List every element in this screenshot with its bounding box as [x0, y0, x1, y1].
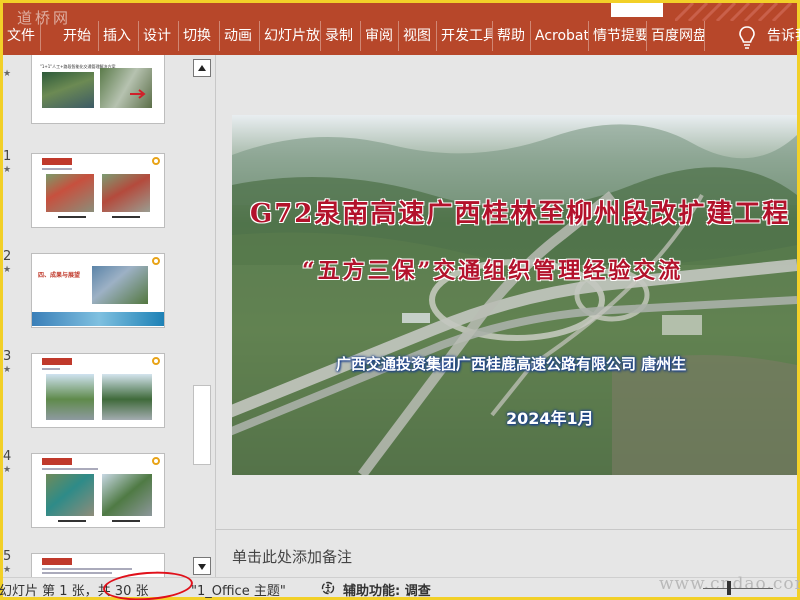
logo-icon [152, 157, 160, 165]
thumbnail-image [102, 474, 152, 516]
logo-icon [152, 357, 160, 365]
thumbnail-image [102, 374, 152, 420]
slide-thumbnail[interactable] [31, 353, 165, 428]
tab-file[interactable]: 文件 [3, 21, 41, 51]
slide-organization[interactable]: 广西交通投资集团广西桂鹿高速公路有限公司 唐州生 [336, 353, 686, 374]
tab-home[interactable]: 开始 [59, 21, 99, 51]
logo-icon [152, 457, 160, 465]
animation-star-icon: ★ [3, 365, 12, 375]
accessibility-status[interactable]: 辅助功能: 调查 [343, 580, 431, 599]
tab-transitions[interactable]: 切换 [179, 21, 220, 51]
thumbnail-number: 3 [3, 349, 12, 364]
slide-thumbnail[interactable] [31, 153, 165, 228]
thumbnail-number: 2 [3, 249, 12, 264]
tab-developer[interactable]: 开发工具 [437, 21, 493, 51]
arrow-icon [130, 89, 146, 99]
slide-thumbnail[interactable]: 四、成果与展望 [31, 253, 165, 328]
animation-star-icon: ★ [3, 165, 12, 175]
notes-pane[interactable]: 单击此处添加备注 [216, 530, 797, 577]
scrollbar-thumb[interactable] [193, 385, 211, 465]
ribbon: 道桥网 文件 开始 插入 设计 切换 动画 幻灯片放映 录制 审阅 视图 开发工… [3, 3, 800, 55]
scroll-down-arrow-icon[interactable] [193, 557, 211, 575]
thumbnail-header [42, 558, 72, 565]
theme-name: "1_Office 主题" [191, 584, 286, 599]
lightbulb-icon[interactable] [737, 25, 757, 49]
tab-insert[interactable]: 插入 [99, 21, 139, 51]
logo-icon [152, 257, 160, 265]
tab-baidu-netdisk[interactable]: 百度网盘 [647, 21, 705, 51]
zoom-slider-track[interactable] [703, 588, 773, 589]
slide-thumbnail[interactable] [31, 453, 165, 528]
zoom-slider-knob[interactable] [727, 581, 731, 595]
scrollbar-track[interactable] [193, 77, 211, 553]
thumbnail-header [42, 158, 72, 165]
thumbnail-heading: 四、成果与展望 [38, 272, 81, 279]
current-slide[interactable]: G72泉南高速广西桂林至柳州段改扩建工程 “五方三保”交通组织管理经验交流 广西… [232, 115, 797, 475]
animation-star-icon: ★ [3, 565, 12, 575]
tab-record[interactable]: 录制 [321, 21, 361, 51]
thumbnail-scrollbar[interactable] [191, 55, 213, 577]
slide-editing-area: G72泉南高速广西桂林至柳州段改扩建工程 “五方三保”交通组织管理经验交流 广西… [216, 55, 797, 525]
slide-date[interactable]: 2024年1月 [506, 405, 594, 429]
tab-slideshow[interactable]: 幻灯片放映 [260, 21, 321, 51]
slide-thumbnail[interactable]: "1+1"人工+路段智能化交通管理解决方案 [31, 55, 165, 124]
thumbnail-header [42, 358, 72, 365]
slide-thumbnail-pane: ★ "1+1"人工+路段智能化交通管理解决方案 1 ★ 2 ★ 四、成果与展望 [3, 55, 191, 577]
slide-subtitle[interactable]: “五方三保”交通组织管理经验交流 [302, 253, 683, 285]
thumbnail-banner [32, 312, 164, 326]
ribbon-tabs: 文件 开始 插入 设计 切换 动画 幻灯片放映 录制 审阅 视图 开发工具 帮助… [3, 21, 705, 51]
title-decoration [675, 3, 793, 21]
animation-star-icon: ★ [3, 465, 12, 475]
thumbnail-image [46, 374, 94, 420]
thumbnail-number: 4 [3, 449, 12, 464]
thumbnail-header [42, 458, 72, 465]
tab-design[interactable]: 设计 [139, 21, 179, 51]
title-bar-box [611, 3, 663, 17]
status-bar: 幻灯片 第 1 张，共 30 张 "1_Office 主题" 辅助功能: 调查 … [0, 568, 800, 600]
animation-star-icon: ★ [3, 69, 12, 79]
thumbnail-image [42, 72, 94, 108]
tab-storyboard[interactable]: 情节提要 [589, 21, 647, 51]
tab-animations[interactable]: 动画 [220, 21, 260, 51]
tab-review[interactable]: 审阅 [361, 21, 399, 51]
thumbnail-image [102, 174, 150, 212]
animation-star-icon: ★ [3, 265, 12, 275]
thumbnail-image [92, 266, 148, 304]
thumbnail-image [46, 174, 94, 212]
accessibility-icon[interactable] [321, 581, 335, 595]
thumbnail-image [46, 474, 94, 516]
slide-title[interactable]: G72泉南高速广西桂林至柳州段改扩建工程 [250, 193, 790, 230]
thumbnail-number: 1 [3, 149, 12, 164]
thumbnail-number: 5 [3, 549, 12, 564]
tell-me-box[interactable]: 告诉我 [767, 21, 800, 51]
scroll-up-arrow-icon[interactable] [193, 59, 211, 77]
tab-view[interactable]: 视图 [399, 21, 437, 51]
notes-placeholder[interactable]: 单击此处添加备注 [232, 546, 352, 567]
tab-acrobat[interactable]: Acrobat [531, 21, 589, 51]
tab-help[interactable]: 帮助 [493, 21, 531, 51]
